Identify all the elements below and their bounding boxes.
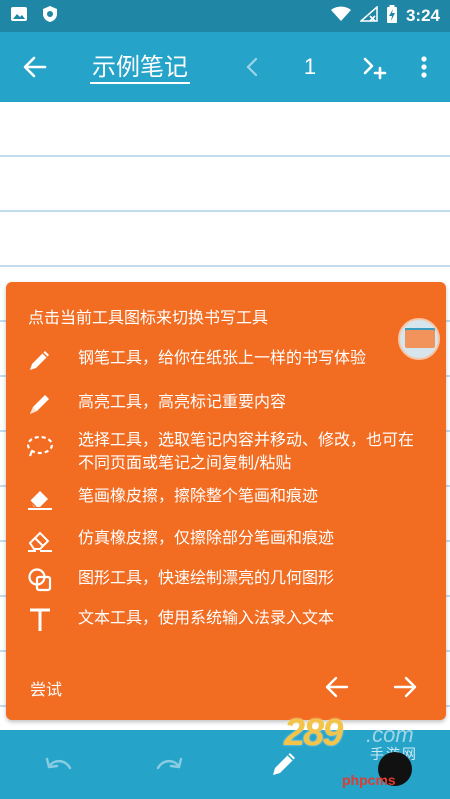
top-toolbar: 示例笔记 1 xyxy=(0,32,450,102)
guide-item-text: 图形工具，快速绘制漂亮的几何图形 xyxy=(78,568,335,587)
guide-item-text: 选择工具，选取笔记内容并移动、修改，也可在不同页面或笔记之间复制/粘贴 xyxy=(78,430,415,472)
watermark-brand: 289 xyxy=(284,712,343,754)
page-number: 1 xyxy=(303,54,317,79)
pen-icon xyxy=(26,346,54,374)
guide-item-text: 笔画橡皮擦，擦除整个笔画和痕迹 xyxy=(78,486,319,505)
guide-item-text: 钢笔工具，给你在纸张上一样的书写体验 xyxy=(78,348,367,367)
battery-charging-icon xyxy=(386,4,398,28)
chevron-left-icon[interactable] xyxy=(240,52,264,82)
stroke-eraser-icon xyxy=(26,484,54,512)
signal-icon xyxy=(358,4,378,27)
guide-item-text: 高亮工具，高亮标记重要内容 xyxy=(78,392,287,411)
guide-item-pen: 钢笔工具，给你在纸张上一样的书写体验 xyxy=(26,346,428,374)
tool-guide-tooltip: 点击当前工具图标来切换书写工具 钢笔工具，给你在纸张上一样的书写体验 高亮工具，… xyxy=(6,282,446,720)
tooltip-next-arrow-icon[interactable] xyxy=(390,672,420,702)
guide-item-shape: 图形工具，快速绘制漂亮的几何图形 xyxy=(26,566,428,594)
guide-item-text: 仿真橡皮擦，仅擦除部分笔画和痕迹 xyxy=(78,528,335,547)
status-time: 3:24 xyxy=(405,6,440,25)
shape-tool-icon xyxy=(26,566,54,594)
back-arrow-icon[interactable] xyxy=(20,52,50,82)
tooltip-prev-arrow-icon[interactable] xyxy=(322,672,352,702)
guide-item-stroke-eraser: 笔画橡皮擦，擦除整个笔画和痕迹 xyxy=(26,484,428,512)
shield-icon xyxy=(42,5,58,27)
guide-item-highlighter: 高亮工具，高亮标记重要内容 xyxy=(26,390,428,418)
guide-item-pixel-eraser: 仿真橡皮擦，仅擦除部分笔画和痕迹 xyxy=(26,526,428,554)
wifi-icon xyxy=(330,6,352,27)
lasso-select-icon xyxy=(26,432,54,460)
image-icon xyxy=(10,6,28,26)
guide-item-text-tool: 文本工具，使用系统输入法录入文本 xyxy=(26,606,428,634)
redo-icon[interactable] xyxy=(154,752,184,778)
floating-avatar[interactable] xyxy=(398,318,440,360)
watermark-php: phpcms xyxy=(342,772,396,788)
pixel-eraser-icon xyxy=(26,526,54,554)
note-title[interactable]: 示例笔记 xyxy=(90,50,190,84)
add-page-icon[interactable] xyxy=(360,52,390,82)
guide-item-select: 选择工具，选取笔记内容并移动、修改，也可在不同页面或笔记之间复制/粘贴 xyxy=(26,428,428,474)
undo-icon[interactable] xyxy=(44,752,74,778)
try-button[interactable]: 尝试 xyxy=(30,676,62,700)
tooltip-header: 点击当前工具图标来切换书写工具 xyxy=(28,308,269,327)
highlighter-icon xyxy=(26,390,54,418)
text-tool-icon xyxy=(26,606,54,634)
guide-item-text: 文本工具，使用系统输入法录入文本 xyxy=(78,608,335,627)
status-bar: 3:24 xyxy=(0,0,450,32)
more-vert-icon[interactable] xyxy=(414,52,434,82)
